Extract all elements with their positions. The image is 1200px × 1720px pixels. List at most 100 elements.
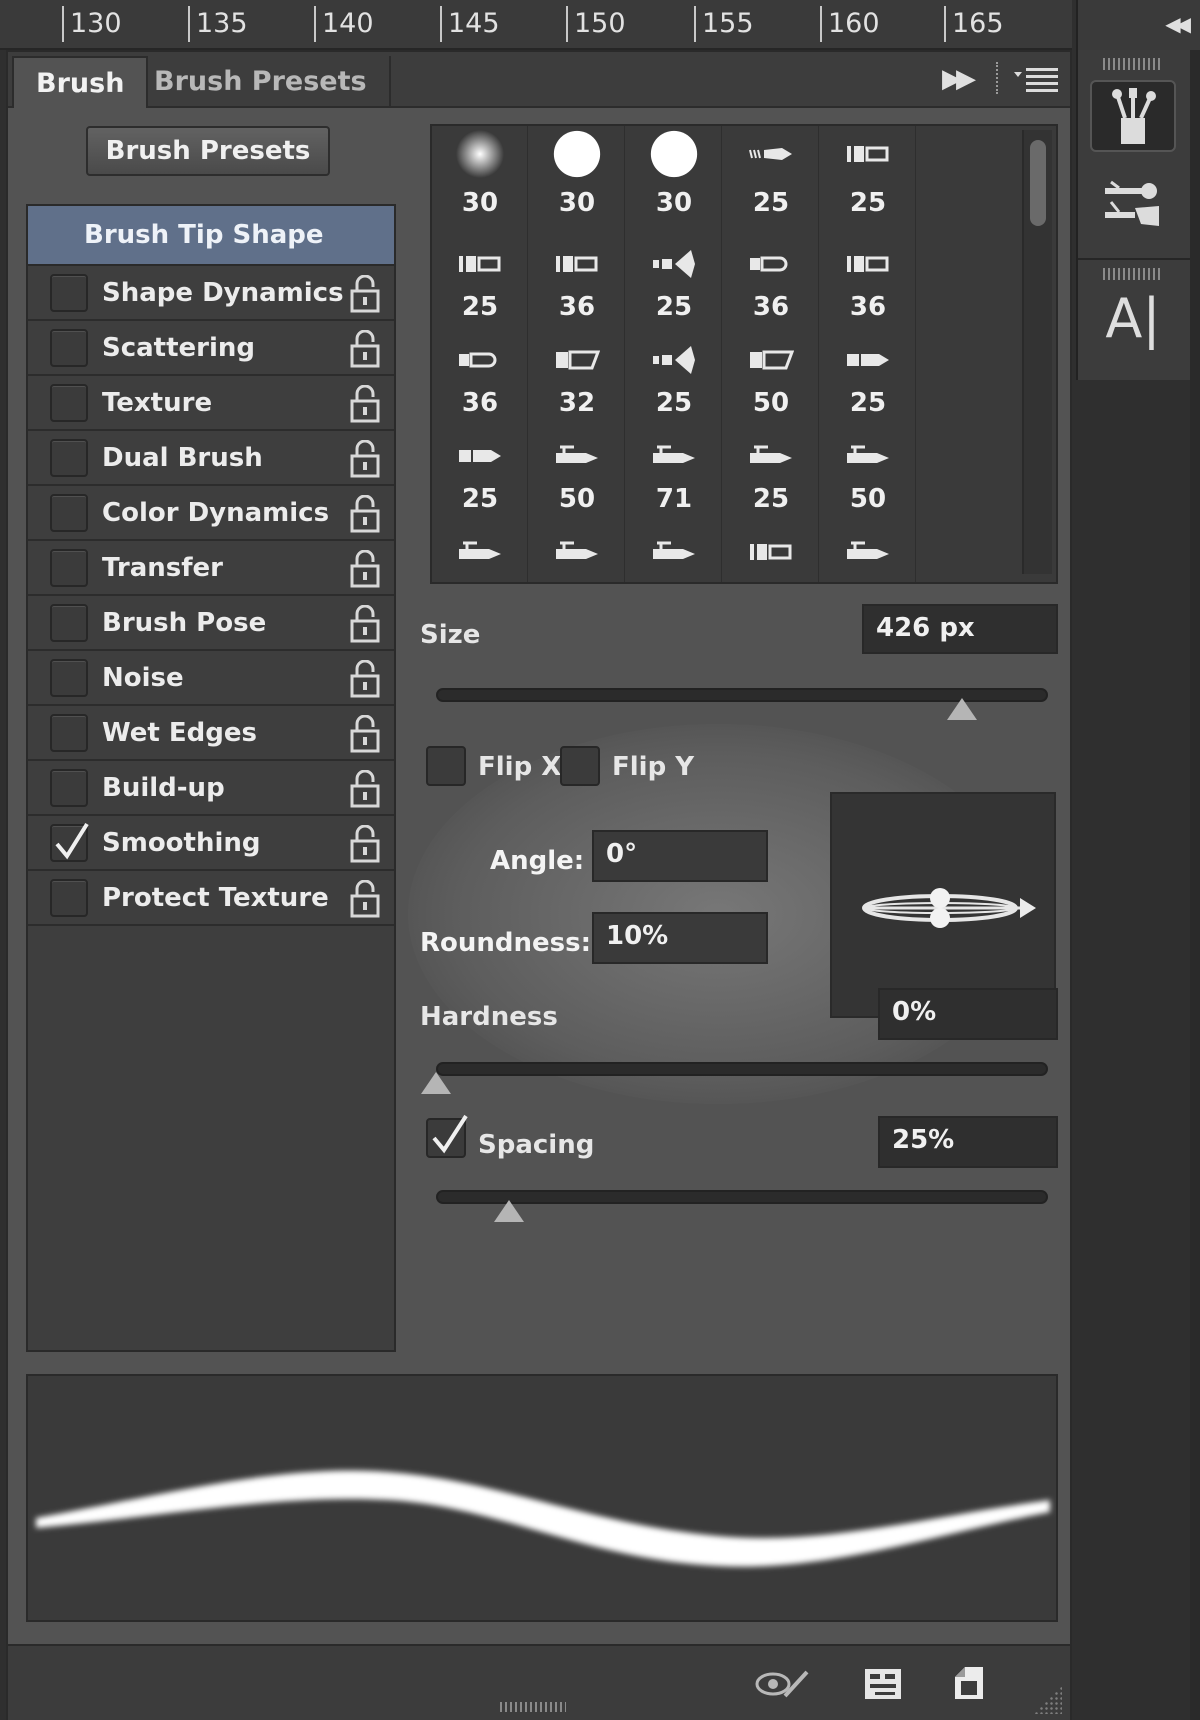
- brush-tip-cell[interactable]: 71: [626, 414, 722, 514]
- brush-option-row[interactable]: Noise: [28, 651, 394, 706]
- brush-option-row[interactable]: Wet Edges: [28, 706, 394, 761]
- size-slider-thumb[interactable]: [947, 698, 978, 720]
- spacing-slider-thumb[interactable]: [494, 1200, 525, 1222]
- brush-tip-cell[interactable]: 50: [529, 414, 625, 514]
- brush-tip-cell[interactable]: 25: [820, 126, 916, 222]
- brush-tip-cell[interactable]: 36: [529, 222, 625, 322]
- brush-option-row[interactable]: Color Dynamics: [28, 486, 394, 541]
- tip-grid-scroll-thumb[interactable]: [1030, 140, 1046, 226]
- brush-option-row[interactable]: Transfer: [28, 541, 394, 596]
- hardness-field[interactable]: 0%: [878, 988, 1058, 1040]
- dock-grip[interactable]: [1103, 268, 1163, 280]
- brush-tip-cell[interactable]: [820, 510, 916, 582]
- brush-option-row[interactable]: Protect Texture: [28, 871, 394, 926]
- unlock-icon[interactable]: [348, 550, 382, 588]
- option-checkbox[interactable]: [50, 769, 88, 807]
- brush-eye-icon: [755, 1670, 809, 1698]
- dock-brush-button[interactable]: [1090, 80, 1176, 152]
- roundness-field[interactable]: 10%: [592, 912, 768, 964]
- brush-tip-cell[interactable]: 25: [626, 318, 722, 418]
- hardness-slider-track[interactable]: [436, 1062, 1048, 1076]
- brush-tip-cell[interactable]: 30: [432, 126, 528, 222]
- option-checkbox[interactable]: [50, 659, 88, 697]
- unlock-icon[interactable]: [348, 605, 382, 643]
- flip-y-checkbox[interactable]: [560, 746, 600, 786]
- brush-tip-shape-item[interactable]: Brush Tip Shape: [28, 206, 394, 266]
- brush-tip-cell[interactable]: 25: [820, 318, 916, 418]
- collapse-dock-icon[interactable]: ◀◀: [1165, 12, 1191, 36]
- spacing-slider-track[interactable]: [436, 1190, 1048, 1204]
- spacing-field[interactable]: 25%: [878, 1116, 1058, 1168]
- ruler-tick: 150: [566, 6, 626, 42]
- option-checkbox[interactable]: [50, 549, 88, 587]
- brush-tip-cell[interactable]: 50: [723, 318, 819, 418]
- brush-tip-cell[interactable]: 25: [626, 222, 722, 322]
- unlock-icon[interactable]: [348, 825, 382, 863]
- brush-tip-cell[interactable]: 30: [529, 126, 625, 222]
- option-checkbox[interactable]: [50, 714, 88, 752]
- panel-bottom-grip[interactable]: [500, 1702, 566, 1712]
- tab-brush[interactable]: Brush: [12, 56, 149, 108]
- unlock-icon[interactable]: [348, 880, 382, 918]
- brush-tip-cell[interactable]: 25: [432, 414, 528, 514]
- angle-field[interactable]: 0°: [592, 830, 768, 882]
- option-checkbox[interactable]: [50, 329, 88, 367]
- option-label: Noise: [102, 663, 184, 693]
- brush-tip-cell[interactable]: [432, 510, 528, 582]
- brush-tip-cell[interactable]: 32: [529, 318, 625, 418]
- brush-tip-cell[interactable]: 30: [626, 126, 722, 222]
- option-checkbox[interactable]: [50, 384, 88, 422]
- option-checkbox[interactable]: [50, 494, 88, 532]
- brush-tip-cell[interactable]: 25: [723, 414, 819, 514]
- option-checkbox[interactable]: [50, 439, 88, 477]
- brush-tip-cell[interactable]: [529, 510, 625, 582]
- tip-grid-scrollbar[interactable]: [1022, 130, 1052, 574]
- brush-tip-cell[interactable]: 36: [723, 222, 819, 322]
- brush-option-row[interactable]: Scattering: [28, 321, 394, 376]
- resize-grip[interactable]: [1034, 1686, 1062, 1714]
- brush-option-row[interactable]: Brush Pose: [28, 596, 394, 651]
- unlock-icon[interactable]: [348, 440, 382, 478]
- panel-menu-icon[interactable]: [1012, 66, 1060, 92]
- option-checkbox[interactable]: [50, 604, 88, 642]
- unlock-icon[interactable]: [348, 385, 382, 423]
- brush-tip-cell[interactable]: 50: [820, 414, 916, 514]
- brush-option-row[interactable]: Smoothing: [28, 816, 394, 871]
- unlock-icon[interactable]: [348, 330, 382, 368]
- unlock-icon[interactable]: [348, 275, 382, 313]
- toggle-live-tip-preview-button[interactable]: [752, 1662, 812, 1706]
- tab-brush-presets[interactable]: Brush Presets: [132, 56, 391, 108]
- expand-panel-icon[interactable]: ▶▶: [942, 64, 976, 94]
- brush-tip-cell[interactable]: 25: [723, 126, 819, 222]
- unlock-icon[interactable]: [348, 495, 382, 533]
- brush-tip-cell[interactable]: [626, 510, 722, 582]
- option-checkbox[interactable]: [50, 879, 88, 917]
- brush-tip-cell[interactable]: 36: [432, 318, 528, 418]
- size-field[interactable]: 426 px: [862, 604, 1058, 654]
- brush-option-row[interactable]: Shape Dynamics: [28, 266, 394, 321]
- option-checkbox[interactable]: [50, 274, 88, 312]
- dock-brush-presets-button[interactable]: [1090, 170, 1176, 242]
- brush-option-row[interactable]: Texture: [28, 376, 394, 431]
- character-icon[interactable]: A|: [1090, 282, 1176, 354]
- spacing-checkbox[interactable]: [426, 1114, 468, 1158]
- unlock-icon[interactable]: [348, 660, 382, 698]
- ruler-tick: 160: [820, 6, 880, 42]
- brush-tip-angle-icon: [747, 332, 795, 388]
- open-preset-manager-button[interactable]: [860, 1662, 906, 1706]
- brush-tip-cell[interactable]: 25: [432, 222, 528, 322]
- flip-x-checkbox[interactable]: [426, 746, 466, 786]
- create-new-brush-button[interactable]: [946, 1662, 992, 1706]
- hardness-slider-thumb[interactable]: [421, 1072, 451, 1094]
- unlock-icon[interactable]: [348, 715, 382, 753]
- option-checkbox[interactable]: [50, 822, 89, 862]
- angle-roundness-widget[interactable]: [830, 792, 1056, 1018]
- brush-tip-cell[interactable]: 36: [820, 222, 916, 322]
- brush-option-row[interactable]: Dual Brush: [28, 431, 394, 486]
- brush-tip-size: 30: [461, 188, 499, 218]
- unlock-icon[interactable]: [348, 770, 382, 808]
- dock-grip[interactable]: [1103, 58, 1163, 70]
- brush-option-row[interactable]: Build-up: [28, 761, 394, 816]
- brush-tip-cell[interactable]: [723, 510, 819, 582]
- brush-presets-button[interactable]: Brush Presets: [86, 126, 330, 176]
